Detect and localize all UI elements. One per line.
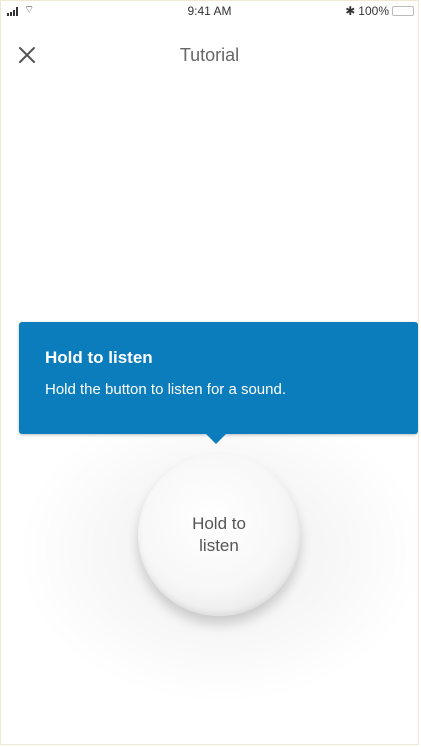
nav-bar: Tutorial <box>1 23 418 67</box>
status-bar: ⌔ 9:41 AM ✱ 100% <box>1 1 418 23</box>
listen-button-label: Hold to listen <box>192 514 246 555</box>
app-screen: ⌔ 9:41 AM ✱ 100% Tutorial Hold to listen… <box>0 0 419 745</box>
tutorial-tooltip: Hold to listen Hold the button to listen… <box>19 322 418 434</box>
tooltip-arrow <box>205 433 227 444</box>
page-title: Tutorial <box>179 45 240 65</box>
battery-icon <box>392 6 414 16</box>
battery-fill <box>393 7 413 15</box>
hold-to-listen-button[interactable]: Hold to listen <box>138 454 300 616</box>
bluetooth-icon: ✱ <box>345 4 356 18</box>
tooltip-body: Hold the button to listen for a sound. <box>45 381 286 398</box>
tooltip-title: Hold to listen <box>45 348 153 367</box>
battery-percent: 100% <box>358 4 389 18</box>
status-right: ✱ 100% <box>345 4 414 18</box>
